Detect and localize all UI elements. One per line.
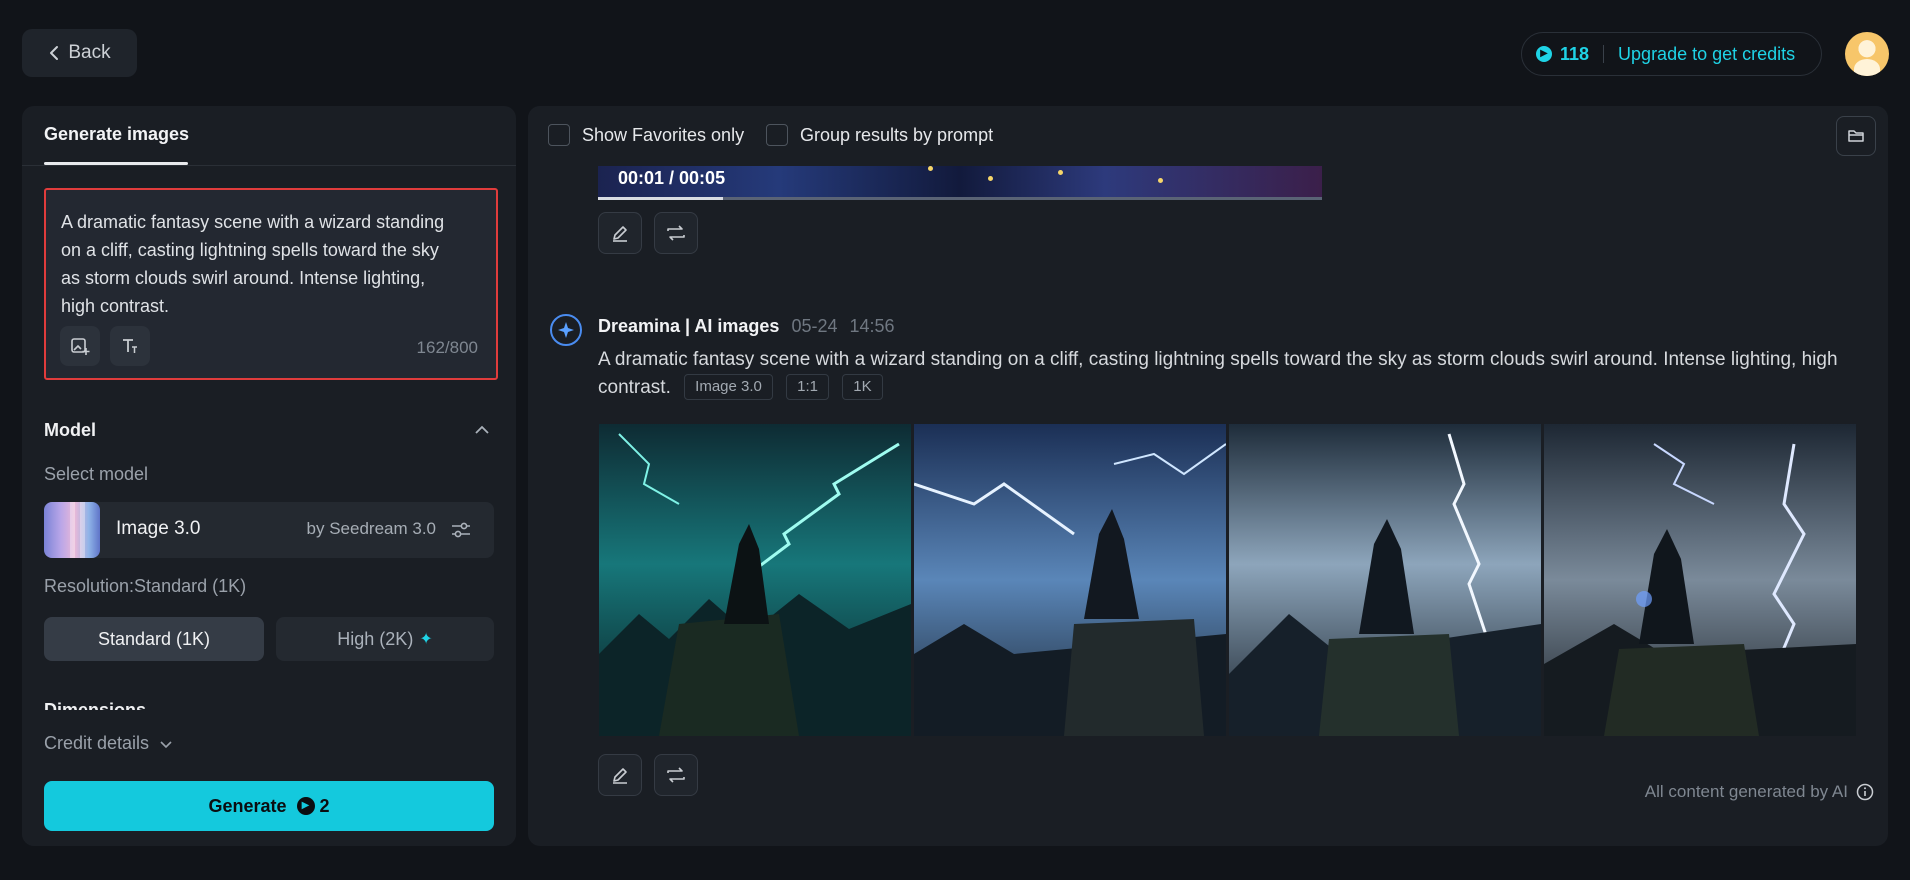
results-toolbar: Show Favorites only Group results by pro…: [528, 106, 1888, 166]
generate-footer: Credit details Generate ▶ 2: [22, 712, 516, 846]
credit-details-toggle[interactable]: Credit details: [44, 733, 173, 754]
chevron-left-icon: [50, 46, 59, 60]
select-model-label: Select model: [44, 464, 149, 484]
tab-divider: [22, 165, 516, 166]
generated-image-2[interactable]: [914, 424, 1226, 736]
edit-pencil-icon: [613, 768, 627, 784]
chevron-up-icon[interactable]: [474, 424, 490, 436]
model-selector[interactable]: Image 3.0 by Seedream 3.0: [44, 502, 494, 558]
back-label: Back: [68, 42, 111, 63]
prompt-input[interactable]: A dramatic fantasy scene with a wizard s…: [61, 208, 461, 320]
dimensions-section-title: Dimensions: [44, 700, 147, 710]
resolution-high-button[interactable]: High (2K) ✦: [276, 617, 494, 661]
video-time: 00:01 / 00:05: [618, 168, 726, 188]
add-reference-image-button[interactable]: [60, 326, 100, 366]
credit-details-label: Credit details: [44, 733, 150, 753]
folder-button[interactable]: [1836, 116, 1876, 156]
folder-icon: [1848, 130, 1864, 142]
upgrade-link[interactable]: Upgrade to get credits: [1618, 44, 1795, 65]
edit-pencil-icon: [613, 226, 627, 242]
divider: [1603, 45, 1605, 63]
generation-time: 14:56: [849, 316, 895, 336]
ai-note-label: All content generated by AI: [1644, 782, 1848, 801]
regenerate-button[interactable]: [654, 754, 698, 796]
model-section-title: Model: [44, 420, 96, 440]
generation-prompt-text: A dramatic fantasy scene with a wizard s…: [598, 349, 1838, 398]
group-by-prompt-toggle[interactable]: Group results by prompt: [766, 124, 993, 146]
show-favorites-checkbox[interactable]: [548, 124, 570, 146]
tab-generate-images[interactable]: Generate images: [44, 124, 189, 145]
generation-prompt[interactable]: A dramatic fantasy scene with a wizard s…: [598, 346, 1848, 402]
avatar[interactable]: [1845, 32, 1889, 76]
resolution-label: Resolution:Standard (1K): [44, 576, 247, 596]
generation-header: Dreamina | AI images 05-24 14:56: [598, 316, 895, 337]
results-panel: 00:01 / 00:05 Show Favorites only Group …: [528, 106, 1888, 846]
group-by-prompt-checkbox[interactable]: [766, 124, 788, 146]
generate-panel: Generate images A dramatic fantasy scene…: [22, 106, 516, 846]
tag-resolution: 1K: [842, 374, 883, 400]
edit-button[interactable]: [598, 212, 642, 254]
tag-aspect-ratio: 1:1: [786, 374, 830, 400]
coin-icon: ▶: [1536, 46, 1552, 62]
back-button[interactable]: Back: [22, 29, 137, 77]
generate-button[interactable]: Generate ▶ 2: [44, 781, 494, 831]
text-size-icon: [123, 339, 137, 353]
edit-button[interactable]: [598, 754, 642, 796]
regenerate-icon: [667, 225, 685, 241]
generate-cost: 2: [319, 795, 330, 816]
regenerate-icon: [667, 767, 685, 783]
regenerate-button[interactable]: [654, 212, 698, 254]
video-progress-bar[interactable]: [598, 197, 1322, 200]
generated-image-4[interactable]: [1544, 424, 1856, 736]
generate-label: Generate: [208, 795, 287, 816]
ai-content-note: All content generated by AI: [1645, 782, 1874, 802]
settings-sliders-icon[interactable]: [450, 519, 472, 541]
image-add-icon: [71, 338, 90, 355]
dreamina-logo-icon: [550, 314, 582, 346]
sparkle-icon: ✦: [419, 631, 433, 648]
tag-model: Image 3.0: [684, 374, 773, 400]
info-icon[interactable]: [1856, 783, 1874, 801]
resolution-standard-label: Standard (1K): [97, 628, 211, 649]
generated-image-3[interactable]: [1229, 424, 1541, 736]
generated-image-1[interactable]: [599, 424, 911, 736]
text-format-button[interactable]: [110, 326, 150, 366]
char-count: 162/800: [416, 338, 478, 357]
generation-date: 05-24: [791, 316, 838, 336]
credits-pill[interactable]: ▶ 118 Upgrade to get credits: [1521, 32, 1822, 76]
credits-count: 118: [1560, 43, 1590, 64]
generation-source: Dreamina | AI images: [598, 316, 780, 336]
model-thumbnail: [44, 502, 100, 558]
model-name: Image 3.0: [116, 518, 201, 539]
coin-icon: ▶: [296, 797, 315, 815]
model-by: by Seedream 3.0: [306, 519, 436, 538]
resolution-standard-button[interactable]: Standard (1K): [44, 617, 264, 661]
show-favorites-label: Show Favorites only: [582, 124, 745, 145]
resolution-high-label: High (2K): [337, 628, 414, 649]
prompt-box[interactable]: A dramatic fantasy scene with a wizard s…: [44, 188, 498, 380]
group-by-prompt-label: Group results by prompt: [800, 124, 994, 145]
chevron-down-icon: [160, 740, 172, 748]
show-favorites-toggle[interactable]: Show Favorites only: [548, 124, 744, 146]
